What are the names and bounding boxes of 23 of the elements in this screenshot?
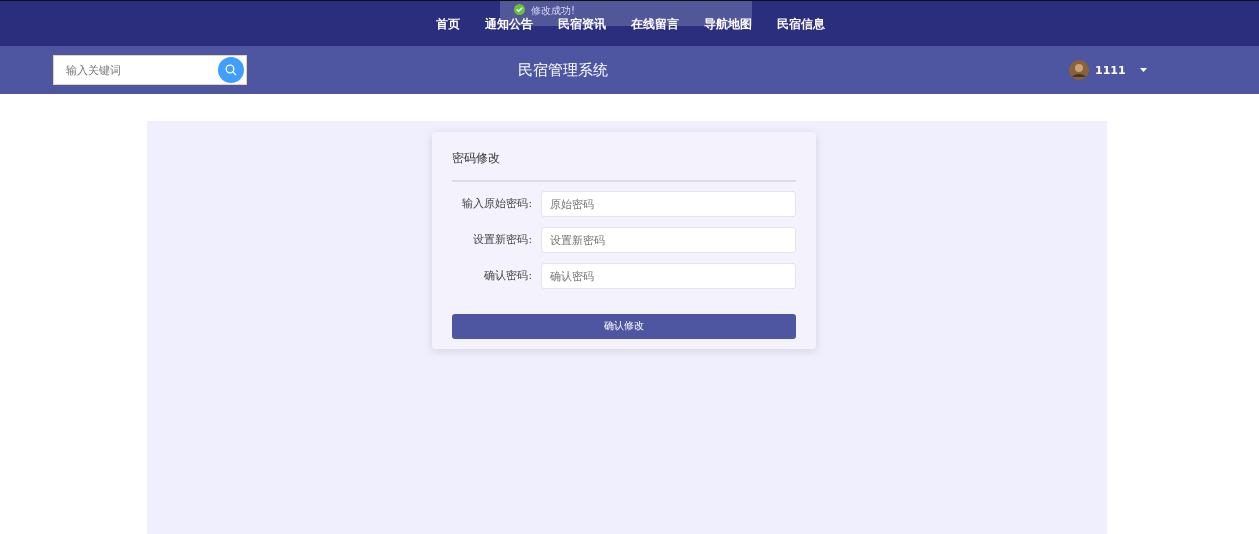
site-title: 民宿管理系统 [518,60,608,80]
search-box[interactable]: 输入关键词 [53,55,247,85]
nav-link[interactable]: 通知公告 [485,16,533,33]
search-button[interactable] [218,57,244,83]
search-icon[interactable] [225,64,237,76]
field-label: 输入原始密码: [461,197,532,211]
check-circle-icon [514,4,525,15]
avatar [1069,60,1089,80]
password-field[interactable]: 原始密码 [541,191,796,217]
toast-message: 修改成功! [531,4,575,17]
field-label: 设置新密码: [472,233,532,247]
password-field[interactable]: 确认密码 [541,263,796,289]
nav-link[interactable]: 在线留言 [631,16,679,33]
nav-link[interactable]: 导航地图 [704,16,752,33]
nav-link[interactable]: 民宿信息 [777,16,825,33]
user-name[interactable]: 1111 [1095,63,1126,77]
password-field[interactable]: 设置新密码 [541,227,796,253]
submit-button[interactable]: 确认修改 [452,314,796,339]
caret-icon[interactable] [1139,68,1147,72]
nav-link[interactable]: 民宿资讯 [558,16,606,33]
form-title: 密码修改 [452,150,796,182]
nav-link[interactable]: 首页 [436,16,460,33]
field-label: 确认密码: [483,269,532,283]
